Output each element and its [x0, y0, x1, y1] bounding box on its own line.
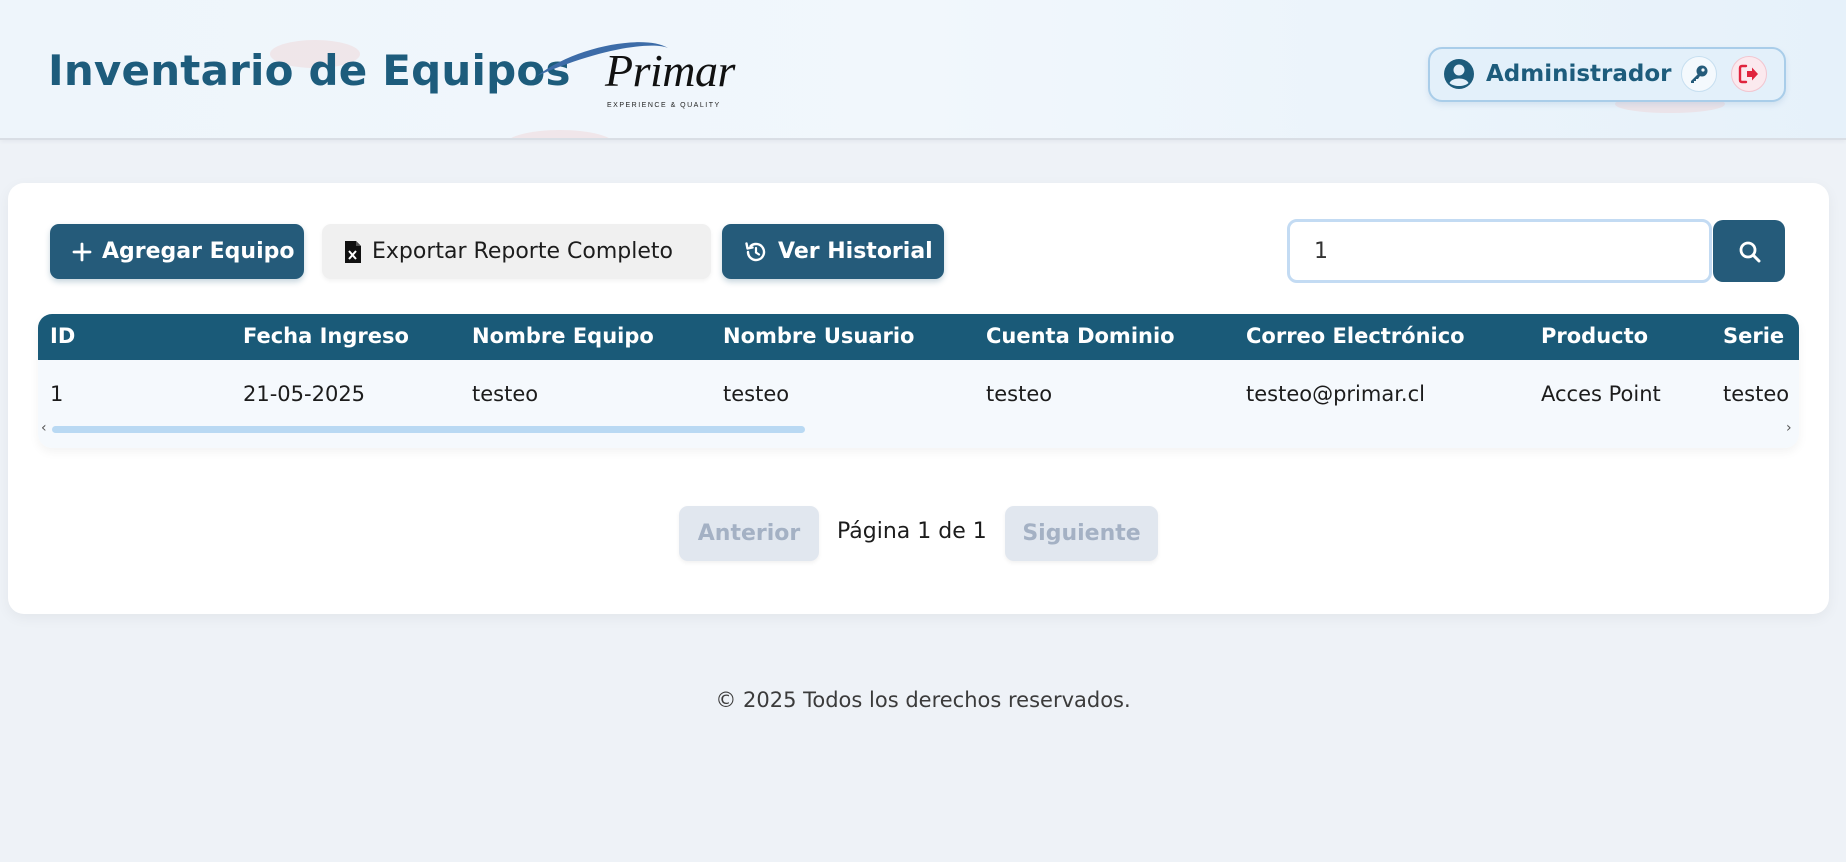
column-header-id[interactable]: ID — [50, 324, 75, 348]
cell-correo: testeo@primar.cl — [1246, 382, 1425, 406]
search-input[interactable] — [1287, 219, 1712, 283]
excel-file-icon — [345, 240, 361, 263]
view-history-label: Ver Historial — [778, 239, 933, 264]
change-password-button[interactable] — [1681, 56, 1717, 92]
column-header-nombre-equipo[interactable]: Nombre Equipo — [472, 324, 654, 348]
logo-tagline: EXPERIENCE & QUALITY — [607, 102, 721, 109]
cell-producto: Acces Point — [1541, 382, 1661, 406]
table-row[interactable]: 1 21-05-2025 testeo testeo testeo testeo… — [38, 360, 1799, 448]
table-header: ID Fecha Ingreso Nombre Equipo Nombre Us… — [38, 314, 1799, 360]
logout-button[interactable] — [1731, 56, 1767, 92]
cell-nombre-usuario: testeo — [723, 382, 790, 406]
cell-id: 1 — [50, 382, 64, 406]
column-header-producto[interactable]: Producto — [1541, 324, 1648, 348]
key-icon — [1691, 65, 1708, 83]
column-header-fecha-ingreso[interactable]: Fecha Ingreso — [243, 324, 409, 348]
company-logo: Primar EXPERIENCE & QUALITY — [535, 36, 745, 116]
export-report-label: Exportar Reporte Completo — [372, 239, 673, 264]
user-panel: Administrador — [1428, 47, 1786, 102]
column-header-serie[interactable]: Serie — [1723, 324, 1784, 348]
add-equipment-button[interactable]: Agregar Equipo — [50, 224, 304, 279]
footer-copyright: © 2025 Todos los derechos reservados. — [715, 688, 1131, 712]
cell-serie: testeo — [1723, 382, 1790, 406]
previous-page-button[interactable]: Anterior — [679, 506, 819, 561]
scrollbar-thumb[interactable] — [52, 426, 805, 433]
inventory-card: Agregar Equipo Exportar Reporte Completo… — [8, 183, 1829, 614]
horizontal-scrollbar[interactable] — [52, 426, 1792, 434]
page-indicator: Página 1 de 1 — [837, 519, 987, 544]
column-header-nombre-usuario[interactable]: Nombre Usuario — [723, 324, 914, 348]
scroll-right-icon[interactable]: › — [1786, 420, 1792, 436]
add-equipment-label: Agregar Equipo — [102, 239, 295, 264]
column-header-cuenta-dominio[interactable]: Cuenta Dominio — [986, 324, 1175, 348]
history-icon — [745, 241, 766, 261]
search-icon — [1739, 241, 1761, 263]
plus-icon — [72, 242, 92, 261]
cell-fecha-ingreso: 21-05-2025 — [243, 382, 366, 406]
user-name: Administrador — [1486, 61, 1672, 87]
user-circle-icon — [1444, 59, 1474, 89]
app-header: Inventario de Equipos Primar EXPERIENCE … — [0, 0, 1846, 140]
logo-wordmark: Primar — [605, 45, 735, 96]
decorative-fish — [505, 130, 615, 138]
export-report-button[interactable]: Exportar Reporte Completo — [322, 224, 711, 279]
cell-nombre-equipo: testeo — [472, 382, 539, 406]
logout-icon — [1738, 64, 1758, 84]
next-page-button[interactable]: Siguiente — [1005, 506, 1158, 561]
search-button[interactable] — [1713, 220, 1785, 282]
page-title: Inventario de Equipos — [48, 46, 571, 95]
equipment-table: ID Fecha Ingreso Nombre Equipo Nombre Us… — [38, 314, 1799, 448]
column-header-correo[interactable]: Correo Electrónico — [1246, 324, 1465, 348]
cell-cuenta-dominio: testeo — [986, 382, 1053, 406]
view-history-button[interactable]: Ver Historial — [722, 224, 944, 279]
scroll-left-icon[interactable]: ‹ — [41, 420, 47, 436]
